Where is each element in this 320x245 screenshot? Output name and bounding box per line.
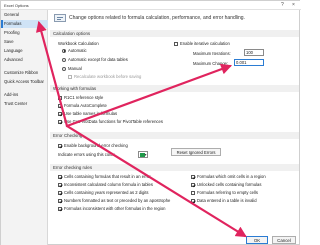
rule-unlocked-cells-checkbox[interactable]: Unlocked cells containing formulas	[191, 182, 261, 187]
working-with-formulas-header: Working with formulas	[50, 85, 299, 92]
cancel-button[interactable]: Cancel	[272, 236, 296, 244]
checkbox-icon	[58, 182, 62, 187]
checkbox-icon	[58, 190, 62, 195]
main-panel: Change options related to formula calcul…	[50, 10, 299, 245]
checkbox-icon	[58, 103, 62, 108]
error-color-picker[interactable]	[138, 151, 148, 158]
checkbox-icon	[191, 190, 195, 195]
rule-formulas-error-checkbox[interactable]: Cells containing formulas that result in…	[58, 174, 151, 179]
checkbox-icon	[58, 143, 62, 148]
close-icon[interactable]: ×	[292, 2, 295, 8]
checkbox-icon	[58, 95, 62, 100]
checkbox-icon	[191, 198, 195, 203]
rule-numbers-as-text-checkbox[interactable]: Numbers formatted as text or preceded by…	[58, 198, 170, 203]
excel-options-dialog: Excel Options ? × General Formulas Proof…	[0, 0, 301, 245]
checkbox-icon	[68, 74, 72, 79]
sidebar-item-add-ins[interactable]: Add-ins	[1, 91, 48, 99]
rule-empty-cells-checkbox[interactable]: Formulas referring to empty cells	[191, 190, 258, 195]
title-bar: Excel Options ? ×	[1, 1, 301, 10]
sidebar-item-quick-access-toolbar[interactable]: Quick Access Toolbar	[1, 78, 48, 86]
radio-icon	[62, 48, 66, 53]
sidebar-item-proofing[interactable]: Proofing	[1, 29, 48, 37]
workbook-calculation-label: Workbook Calculation	[58, 41, 99, 46]
window-title: Excel Options	[4, 3, 29, 8]
sidebar-item-formulas[interactable]: Formulas	[1, 20, 48, 28]
sidebar-item-trust-center[interactable]: Trust Center	[1, 100, 48, 108]
error-checking-rules-header: Error checking rules	[50, 164, 299, 171]
checkbox-icon	[58, 198, 62, 203]
sidebar-item-advanced[interactable]: Advanced	[1, 56, 48, 64]
sidebar-item-general[interactable]: General	[1, 11, 48, 19]
automatic-radio[interactable]: Automatic	[62, 48, 87, 53]
ok-button[interactable]: OK	[246, 236, 268, 244]
sidebar: General Formulas Proofing Save Language …	[1, 10, 48, 245]
formula-settings-icon	[54, 14, 66, 22]
checkbox-icon	[58, 119, 62, 124]
sidebar-item-language[interactable]: Language	[1, 47, 48, 55]
getpivotdata-checkbox[interactable]: Use GetPivotData functions for PivotTabl…	[58, 119, 163, 124]
checkbox-icon	[191, 174, 195, 179]
rule-inconsistent-region-checkbox[interactable]: Formulas inconsistent with other formula…	[58, 206, 165, 211]
error-checking-header: Error Checking	[50, 132, 299, 139]
radio-icon	[62, 57, 66, 62]
rule-invalid-table-data-checkbox[interactable]: Data entered in a table is invalid	[191, 198, 257, 203]
checkbox-icon	[174, 41, 178, 46]
checkbox-icon	[58, 174, 62, 179]
r1c1-checkbox[interactable]: R1C1 reference style	[58, 95, 103, 100]
formula-autocomplete-checkbox[interactable]: Formula AutoComplete	[58, 103, 107, 108]
page-description: Change options related to formula calcul…	[69, 15, 245, 21]
max-change-input[interactable]: 0.001	[234, 59, 264, 66]
enable-iterative-checkbox[interactable]: Enable iterative calculation	[174, 41, 230, 46]
recalculate-before-saving-checkbox[interactable]: Recalculate workbook before saving	[68, 74, 141, 79]
checkbox-icon	[191, 182, 195, 187]
rule-inconsistent-column-checkbox[interactable]: Inconsistent calculated column formula i…	[58, 182, 153, 187]
sidebar-item-customize-ribbon[interactable]: Customize Ribbon	[1, 69, 48, 77]
calculation-options-header: Calculation options	[50, 30, 299, 37]
rule-two-digit-years-checkbox[interactable]: Cells containing years represented as 2 …	[58, 190, 149, 195]
checkbox-icon	[58, 206, 62, 211]
manual-radio[interactable]: Manual	[62, 66, 82, 71]
automatic-except-tables-radio[interactable]: Automatic except for data tables	[62, 57, 128, 62]
max-iterations-label: Maximum Iterations:	[193, 51, 231, 56]
max-change-label: Maximum Change:	[193, 61, 229, 66]
table-names-checkbox[interactable]: Use table names in formulas	[58, 111, 117, 116]
help-icon[interactable]: ?	[281, 2, 284, 8]
radio-icon	[62, 66, 66, 71]
sidebar-item-save[interactable]: Save	[1, 38, 48, 46]
reset-ignored-errors-button[interactable]: Reset Ignored Errors	[171, 148, 221, 156]
checkbox-icon	[58, 111, 62, 116]
max-iterations-input[interactable]: 100	[244, 49, 264, 56]
rule-omit-cells-checkbox[interactable]: Formulas which omit cells in a region	[191, 174, 266, 179]
background-error-checking-checkbox[interactable]: Enable background error checking	[58, 143, 128, 148]
indicate-errors-label: Indicate errors using this color:	[58, 152, 116, 157]
